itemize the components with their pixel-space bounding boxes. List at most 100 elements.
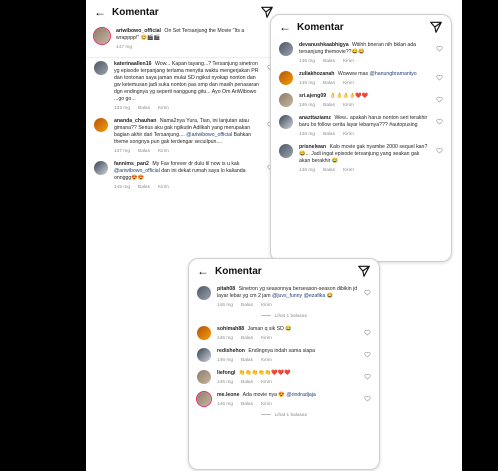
heart-icon[interactable] — [436, 147, 443, 154]
caption-time: 147 mg — [116, 45, 132, 50]
comment-item: sri.ajeng09 👌👌👌👌❤️❤️ 146 mg Balas Kirim — [271, 90, 451, 112]
mention-link[interactable]: @ariwibowo_official — [186, 132, 232, 138]
comment-text: Endingnya indah sama siapa — [248, 348, 316, 354]
send-button[interactable]: Kirim — [261, 380, 272, 385]
comment-text: Ada movie nya 😍 — [242, 392, 285, 398]
collage: ← Komentar ariwibowo_official On Set Ter… — [86, 0, 462, 471]
avatar[interactable] — [197, 370, 211, 384]
reply-button[interactable]: Balas — [323, 132, 335, 137]
heart-icon[interactable] — [364, 395, 371, 402]
send-button[interactable]: Kirim — [343, 168, 354, 173]
back-arrow-icon[interactable]: ← — [94, 5, 112, 19]
reply-button[interactable]: Balas — [138, 106, 150, 111]
avatar[interactable] — [279, 71, 293, 85]
comment-item: zuliakhozanah Wowww mas @hanungbramantyo… — [271, 68, 451, 90]
comment-username[interactable]: sohimah88 — [217, 326, 244, 332]
comment-username[interactable]: fannims_pan2 — [114, 161, 149, 167]
avatar[interactable] — [94, 161, 108, 175]
avatar[interactable] — [279, 42, 293, 56]
reply-button[interactable]: Balas — [241, 380, 253, 385]
reply-button[interactable]: Balas — [138, 149, 150, 154]
avatar[interactable] — [197, 326, 211, 340]
heart-icon[interactable] — [364, 351, 371, 358]
comment-item: liefongl 👏👏👏👏👏❤️❤️❤️ 146 mg Balas Kirim — [189, 367, 379, 389]
send-button[interactable]: Kirim — [261, 303, 272, 308]
comment-username[interactable]: redishehon — [217, 348, 245, 354]
comment-time: 146 mg — [217, 402, 233, 407]
heart-icon[interactable] — [364, 373, 371, 380]
reply-button[interactable]: Balas — [323, 59, 335, 64]
avatar[interactable] — [94, 28, 110, 44]
comment-username[interactable]: liefongl — [217, 370, 235, 376]
comment-item: sohimah88 Jaman q sik SD 😂 146 mg Balas Ki… — [189, 323, 379, 345]
comments-header: ← Komentar — [189, 259, 379, 283]
comment-item: devanushkaabhigya Wiiihh bneran nih bkla… — [271, 39, 451, 68]
avatar[interactable] — [279, 93, 293, 107]
comment-username[interactable]: katerinaallen16 — [114, 61, 152, 67]
mention-link[interactable]: @ariwibowo_official — [114, 168, 160, 174]
heart-icon[interactable] — [364, 289, 371, 296]
view-replies-link[interactable]: Lihat 1 balasan — [189, 411, 379, 422]
reply-button[interactable]: Balas — [241, 402, 253, 407]
send-button[interactable]: Kirim — [343, 132, 354, 137]
reply-button[interactable]: Balas — [241, 336, 253, 341]
comment-time: 146 mg — [299, 168, 315, 173]
comment-item: fannims_pan2 My Fav forever dr dulu til … — [86, 158, 282, 194]
back-arrow-icon[interactable]: ← — [197, 264, 215, 278]
comment-time: 145 mg — [114, 185, 130, 190]
heart-icon[interactable] — [436, 74, 443, 81]
send-button[interactable]: Kirim — [261, 336, 272, 341]
avatar[interactable] — [94, 118, 108, 132]
header-title: Komentar — [297, 21, 344, 33]
heart-icon[interactable] — [364, 329, 371, 336]
send-button[interactable]: Kirim — [158, 106, 169, 111]
comment-username[interactable]: pitah08 — [217, 286, 235, 292]
comment-time: 133 mg — [114, 106, 130, 111]
comment-username[interactable]: prisnelwan — [299, 144, 326, 150]
avatar[interactable] — [279, 115, 293, 129]
comment-item: anazttaziamz Wew.. apakah harus nonton s… — [271, 112, 451, 141]
mention-link[interactable]: @rindradjaja — [286, 392, 316, 398]
reply-button[interactable]: Balas — [241, 358, 253, 363]
send-button[interactable]: Kirim — [261, 402, 272, 407]
comment-time: 146 mg — [299, 59, 315, 64]
send-button[interactable]: Kirim — [261, 358, 272, 363]
send-button[interactable]: Kirim — [158, 185, 169, 190]
comment-time: 146 mg — [299, 81, 315, 86]
heart-icon[interactable] — [436, 45, 443, 52]
reply-button[interactable]: Balas — [241, 303, 253, 308]
view-replies-link[interactable]: Lihat 1 balasan — [189, 312, 379, 323]
reply-button[interactable]: Balas — [323, 168, 335, 173]
avatar[interactable] — [197, 392, 211, 406]
reply-button[interactable]: Balas — [323, 103, 335, 108]
reply-button[interactable]: Balas — [323, 81, 335, 86]
mention-link[interactable]: @juvs_funny @ezafika — [272, 293, 325, 299]
comment-username[interactable]: devanushkaabhigya — [299, 42, 349, 48]
comment-username[interactable]: zuliakhozanah — [299, 71, 334, 77]
comment-time: 146 mg — [299, 103, 315, 108]
send-button[interactable]: Kirim — [343, 81, 354, 86]
heart-icon[interactable] — [436, 118, 443, 125]
send-icon[interactable] — [429, 20, 443, 34]
avatar[interactable] — [197, 348, 211, 362]
send-button[interactable]: Kirim — [343, 103, 354, 108]
heart-icon[interactable] — [436, 96, 443, 103]
caption-username[interactable]: ariwibowo_official — [116, 28, 161, 34]
avatar[interactable] — [94, 61, 108, 75]
send-icon[interactable] — [357, 264, 371, 278]
comment-username[interactable]: anazttaziamz — [299, 115, 331, 121]
comments-header: ← Komentar — [271, 15, 451, 39]
mention-link[interactable]: @hanungbramantyo — [370, 71, 417, 77]
comment-item: me.leone Ada movie nya 😍 @rindradjaja 14… — [189, 389, 379, 411]
reply-button[interactable]: Balas — [138, 185, 150, 190]
send-button[interactable]: Kirim — [158, 149, 169, 154]
send-button[interactable]: Kirim — [343, 59, 354, 64]
comment-username[interactable]: me.leone — [217, 392, 240, 398]
comment-username[interactable]: sri.ajeng09 — [299, 93, 326, 99]
comment-username[interactable]: ananda_chauhan — [114, 118, 156, 124]
avatar[interactable] — [197, 286, 211, 300]
comment-time: 146 mg — [217, 358, 233, 363]
comment-text: Wow... Kapan tayang...? Tersanjung sinet… — [114, 61, 260, 102]
avatar[interactable] — [279, 144, 293, 158]
back-arrow-icon[interactable]: ← — [279, 20, 297, 34]
